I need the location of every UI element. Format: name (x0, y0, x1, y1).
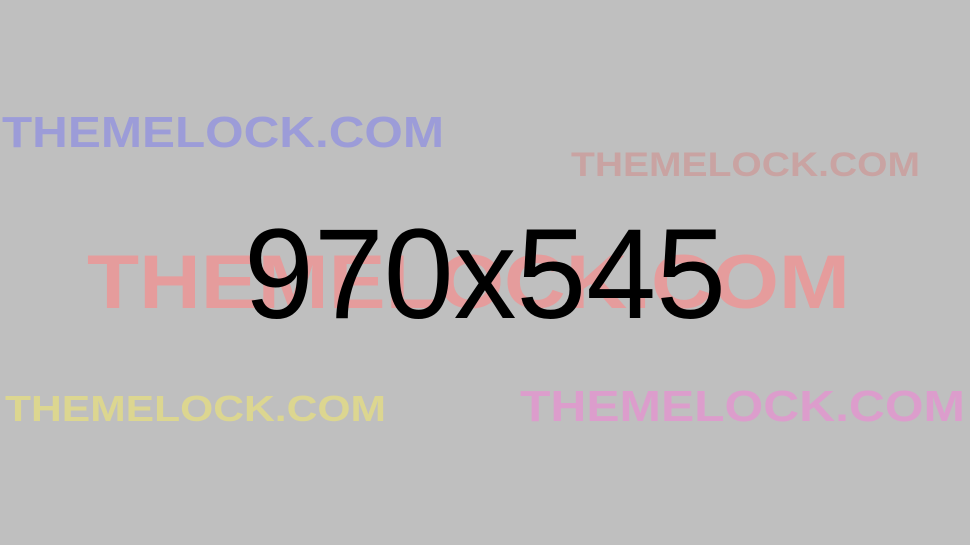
watermark-yellow: THEMELOCK.COM (5, 388, 386, 429)
dimensions-label: 970x545 (244, 203, 726, 346)
watermark-brown: THEMELOCK.COM (571, 146, 920, 184)
placeholder-canvas: THEMELOCK.COM THEMELOCK.COM THEMELOCK.CO… (2, 108, 965, 431)
watermark-pink: THEMELOCK.COM (520, 382, 965, 431)
watermark-blue: THEMELOCK.COM (2, 108, 444, 157)
